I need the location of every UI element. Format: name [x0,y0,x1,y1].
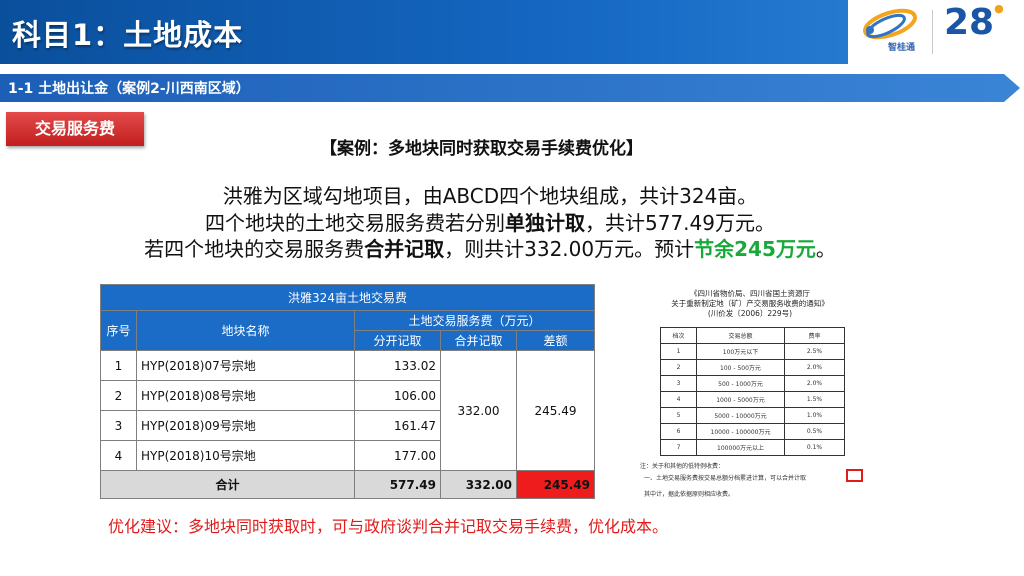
case-line-3-c: ，则共计332.00万元。预计 [444,237,695,261]
doc-cell: 2.0% [784,359,845,376]
header-bar: 科目1：土地成本 智桂通 28● [0,0,1024,64]
doc-row: 5 5000 - 10000万元 1.0% [660,407,845,424]
topic-tag: 交易服务费 [6,112,144,146]
fee-table: 洪雅324亩土地交易费 序号 地块名称 土地交易服务费（万元） 分开记取 合并记… [100,284,595,499]
highlight-box [846,469,863,482]
merged-value: 332.00 [440,350,517,471]
row-separate: 177.00 [354,440,441,471]
case-line-2-c: ，共计577.49万元。 [585,211,775,235]
col-header-merged: 合并记取 [440,330,517,351]
logo-divider [932,10,933,54]
case-line-2-bold: 单独计取 [505,211,585,235]
col-header-seq: 序号 [100,310,137,351]
table-row: 1 HYP(2018)07号宗地 133.02 332.00 245.49 [100,350,595,471]
doc-cell: 4 [660,391,697,408]
total-label: 合计 [100,470,355,499]
row-name: HYP(2018)09号宗地 [136,410,355,441]
section-arrow-icon [1004,74,1020,102]
doc-cell: 100万元以下 [696,343,785,360]
policy-document: 《四川省物价局、四川省国土资源厅 关于重新制定地（矿）产交易服务收费的通知》 (… [630,283,870,503]
page-title: 科目1：土地成本 [12,18,244,52]
doc-cell: 1 [660,343,697,360]
brand-name: 智桂通 [888,43,916,53]
case-line-3: 若四个地块的交易服务费合并记取，则共计332.00万元。预计节余245万元。 [110,233,870,262]
row-name: HYP(2018)10号宗地 [136,440,355,471]
col-header-group: 土地交易服务费（万元） [354,310,595,331]
logo-panel: 智桂通 28● [848,0,1024,64]
row-name: HYP(2018)08号宗地 [136,380,355,411]
case-line-1: 洪雅为区域勾地项目，由ABCD四个地块组成，共计324亩。 [110,180,870,209]
doc-cell: 1.5% [784,391,845,408]
case-title: 【案例：多地块同时获取交易手续费优化】 [320,139,643,159]
doc-head-3: (川价发〔2006〕229号) [707,309,793,318]
row-seq: 3 [100,410,137,441]
row-seq: 4 [100,440,137,471]
doc-note-1: 注：关于和其他的低特例收费： [640,463,725,470]
doc-note-2: 一、土地交易服务费按交易总额分档累进计算，可以合并计取 [644,475,807,482]
doc-cell: 1.0% [784,407,845,424]
doc-head-2: 关于重新制定地（矿）产交易服务收费的通知》 [671,299,829,308]
col-header-diff: 差额 [516,330,595,351]
doc-cell: 2.5% [784,343,845,360]
doc-cell: 100 - 500万元 [696,359,785,376]
doc-cell: 100000万元以上 [696,439,785,456]
doc-cell: 2 [660,359,697,376]
optimization-suggestion: 优化建议：多地块同时获取时，可与政府谈判合并记取交易手续费，优化成本。 [108,517,669,536]
doc-note-3: 其中计，据此依据原则相应收费。 [644,491,735,498]
doc-row: 7 100000万元以上 0.1% [660,439,845,456]
case-line-3-saving: 节余245万元 [694,237,816,261]
doc-row: 6 10000 - 100000万元 0.5% [660,423,845,440]
row-name: HYP(2018)07号宗地 [136,350,355,381]
total-merged: 332.00 [440,470,517,499]
doc-head-1: 《四川省物价局、四川省国土资源厅 [690,289,810,298]
diff-value: 245.49 [516,350,595,471]
doc-row: 4 1000 - 5000万元 1.5% [660,391,845,408]
doc-cell: 0.5% [784,423,845,440]
case-line-3-e: 。 [815,237,836,261]
doc-row: 2 100 - 500万元 2.0% [660,359,845,376]
case-line-3-bold: 合并记取 [364,237,445,261]
anniversary-suffix-icon: ● [994,2,1004,15]
doc-col-tier: 档次 [660,327,697,344]
section-title: 1-1 土地出让金（案例2-川西南区域） [8,81,250,97]
doc-row: 3 500 - 1000万元 2.0% [660,375,845,392]
doc-cell: 3 [660,375,697,392]
row-separate: 106.00 [354,380,441,411]
case-line-3-a: 若四个地块的交易服务费 [144,237,365,261]
doc-cell: 6 [660,423,697,440]
row-separate: 133.02 [354,350,441,381]
doc-cell: 2.0% [784,375,845,392]
fee-table-wrap: 洪雅324亩土地交易费 序号 地块名称 土地交易服务费（万元） 分开记取 合并记… [100,284,595,499]
doc-row: 1 100万元以下 2.5% [660,343,845,360]
doc-cell: 7 [660,439,697,456]
doc-cell: 1000 - 5000万元 [696,391,785,408]
doc-col-rate: 费率 [784,327,845,344]
doc-cell: 5 [660,407,697,424]
total-diff: 245.49 [516,470,595,499]
row-separate: 161.47 [354,410,441,441]
col-header-separate: 分开记取 [354,330,441,351]
doc-cell: 500 - 1000万元 [696,375,785,392]
row-seq: 1 [100,350,137,381]
doc-col-amount: 交易总额 [696,327,785,344]
anniversary-logo: 28● [944,2,1004,43]
case-line-1-text: 洪雅为区域勾地项目，由ABCD四个地块组成，共计324亩。 [222,184,758,208]
table-title: 洪雅324亩土地交易费 [100,284,595,311]
total-separate: 577.49 [354,470,441,499]
doc-cell: 10000 - 100000万元 [696,423,785,440]
case-line-2-a: 四个地块的土地交易服务费若分别 [205,211,505,235]
col-header-name: 地块名称 [136,310,355,351]
case-line-2: 四个地块的土地交易服务费若分别单独计取，共计577.49万元。 [110,207,870,236]
anniversary-number: 28 [944,2,995,43]
doc-rate-table: 档次 交易总额 费率 1 100万元以下 2.5% 2 100 - 500万元 2.0%… [660,327,845,456]
total-row: 合计 577.49 332.00 245.49 [100,470,595,499]
doc-cell: 0.1% [784,439,845,456]
doc-cell: 5000 - 10000万元 [696,407,785,424]
row-seq: 2 [100,380,137,411]
